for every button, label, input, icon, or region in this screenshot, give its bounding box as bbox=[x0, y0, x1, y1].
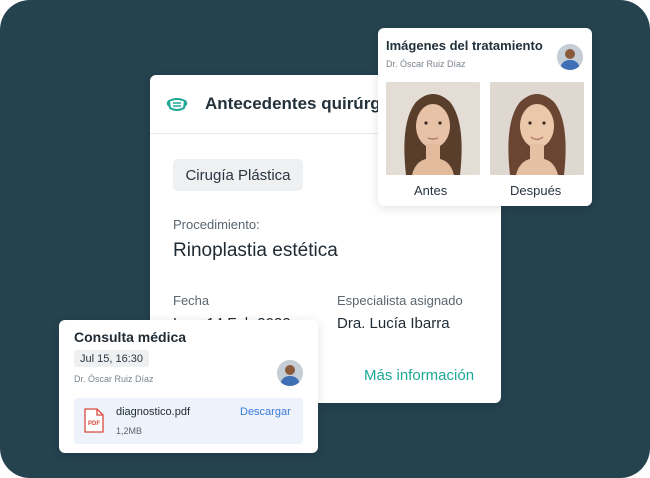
procedure-value: Rinoplastia estética bbox=[173, 240, 338, 261]
treatment-doctor-name: Dr. Óscar Ruiz Díaz bbox=[386, 59, 466, 69]
background-panel: Antecedentes quirúrgicos Cirugía Plástic… bbox=[0, 0, 650, 478]
surgical-mask-icon bbox=[166, 98, 188, 111]
doctor-avatar-icon bbox=[557, 44, 583, 70]
treatment-images-card: Imágenes del tratamiento Dr. Óscar Ruiz … bbox=[378, 28, 592, 206]
consultation-title: Consulta médica bbox=[74, 329, 187, 345]
consultation-doctor-avatar[interactable] bbox=[277, 360, 303, 386]
pdf-file-icon: PDF bbox=[84, 408, 104, 433]
procedure-label: Procedimiento: bbox=[173, 217, 260, 232]
consultation-card: Consulta médica Jul 15, 16:30 Dr. Óscar … bbox=[59, 320, 318, 453]
consultation-datetime-badge: Jul 15, 16:30 bbox=[74, 350, 149, 367]
attachment-file-row[interactable]: PDF diagnostico.pdf 1,2MB Descargar bbox=[74, 398, 303, 444]
before-caption: Antes bbox=[414, 183, 448, 198]
face-before-icon bbox=[386, 82, 480, 175]
after-caption: Después bbox=[510, 183, 562, 198]
consultation-doctor-name: Dr. Óscar Ruiz Díaz bbox=[74, 374, 154, 384]
more-info-link[interactable]: Más información bbox=[364, 367, 474, 384]
before-photo[interactable] bbox=[386, 82, 480, 175]
doctor-avatar[interactable] bbox=[557, 44, 583, 70]
date-label: Fecha bbox=[173, 293, 210, 308]
specialty-chip: Cirugía Plástica bbox=[173, 159, 303, 191]
specialist-label: Especialista asignado bbox=[337, 293, 463, 308]
file-name: diagnostico.pdf bbox=[116, 406, 190, 418]
after-photo[interactable] bbox=[490, 82, 584, 175]
face-after-icon bbox=[490, 82, 584, 175]
file-size: 1,2MB bbox=[116, 426, 143, 436]
specialist-value: Dra. Lucía Ibarra bbox=[337, 315, 450, 332]
pdf-icon-text: PDF bbox=[88, 421, 100, 427]
download-link[interactable]: Descargar bbox=[240, 406, 291, 418]
consultation-doctor-avatar-icon bbox=[277, 360, 303, 386]
treatment-images-title: Imágenes del tratamiento bbox=[386, 38, 543, 53]
